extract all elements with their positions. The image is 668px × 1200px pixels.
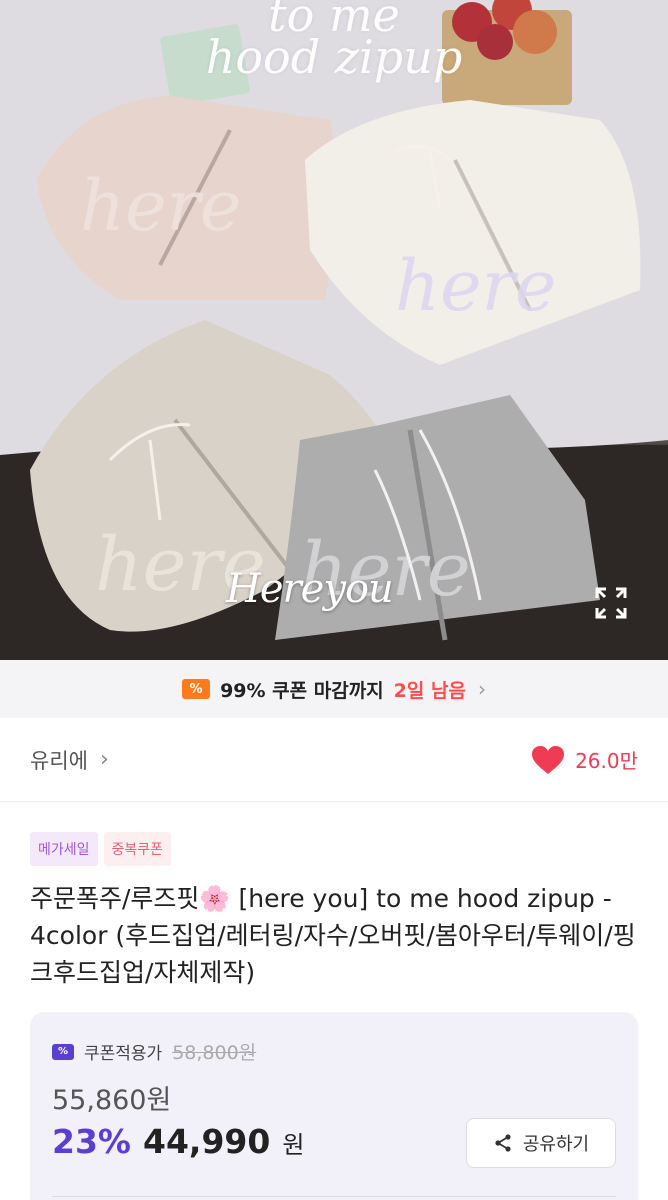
original-price: 58,800원: [172, 1042, 257, 1064]
discount-rate: 23%: [52, 1122, 131, 1161]
coupon-price-label: 쿠폰적용가: [84, 1044, 163, 1064]
coupon-icon: %: [182, 679, 211, 699]
chevron-right-icon: ›: [477, 677, 486, 701]
chevron-right-icon: ›: [99, 747, 109, 772]
svg-text:here: here: [80, 165, 241, 247]
coupon-deadline-text: 99% 쿠폰 마감까지: [220, 679, 384, 702]
heart-icon: [532, 745, 565, 774]
product-photo-illustration: here here here here: [0, 0, 668, 660]
product-image[interactable]: here here here here to me hood zipup Her…: [0, 0, 668, 660]
shop-name: 유리에: [30, 748, 88, 773]
like-button[interactable]: 26.0만: [531, 745, 638, 775]
share-button[interactable]: 공유하기: [466, 1118, 616, 1168]
svg-text:here: here: [395, 245, 556, 327]
like-count: 26.0만: [575, 749, 638, 773]
coupon-deadline-bar[interactable]: % 99% 쿠폰 마감까지 2일 남음 ›: [0, 660, 668, 718]
sale-price: 55,860원: [52, 1085, 172, 1116]
shop-row: 유리에 › 26.0만: [0, 718, 668, 802]
final-price-row: 23% 44,990 원: [52, 1122, 304, 1161]
badge-mega-sale: 메가세일: [30, 832, 98, 866]
share-icon: [495, 1134, 511, 1152]
divider: [52, 1196, 616, 1197]
final-price: 44,990: [143, 1122, 271, 1161]
shop-link[interactable]: 유리에 ›: [30, 745, 109, 775]
currency-unit: 원: [282, 1131, 305, 1159]
price-box: % 쿠폰적용가 58,800원 55,860원 23% 44,990 원 공유하…: [30, 1012, 638, 1200]
coupon-remaining: 2일 남음: [393, 679, 466, 702]
badge-duplicate-coupon: 중복쿠폰: [103, 832, 172, 866]
badge-list: 메가세일 중복쿠폰: [30, 832, 172, 866]
share-label: 공유하기: [522, 1134, 590, 1155]
hero-title-line2: hood zipup: [205, 30, 463, 84]
coupon-icon: %: [52, 1043, 74, 1060]
product-title: 주문폭주/루즈핏🌸 [here you] to me hood zipup - …: [30, 884, 636, 987]
expand-icon[interactable]: [594, 586, 628, 620]
coupon-price-row: % 쿠폰적용가 58,800원: [52, 1038, 256, 1065]
brand-watermark: Hereyou: [226, 566, 394, 612]
